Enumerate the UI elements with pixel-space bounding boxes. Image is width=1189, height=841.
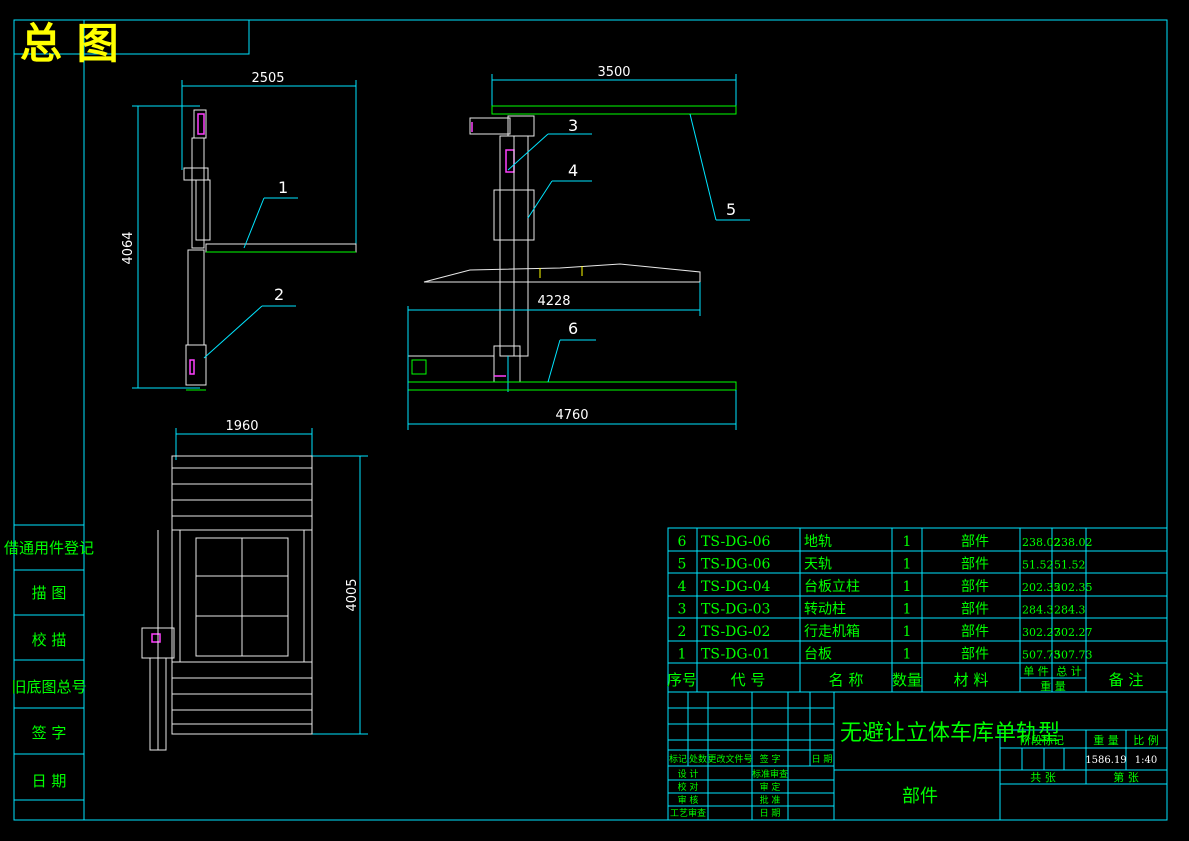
bom-header-unit: 单 件 — [1023, 665, 1049, 678]
left-col-5: 日 期 — [32, 772, 67, 790]
rev-header-0: 标记 — [669, 753, 687, 765]
bom-cell-code: TS-DG-01 — [701, 647, 770, 663]
stage-label: 阶段标记 — [1020, 733, 1064, 747]
sheet-no: 第 张 — [1113, 770, 1139, 784]
bom-cell-name: 行走机箱 — [804, 624, 860, 640]
bom-cell-no: 5 — [678, 557, 687, 573]
bom-header-no: 序号 — [667, 671, 697, 689]
bom-cell-total_wt: 51.52 — [1054, 559, 1086, 572]
weight-value: 1586.19 — [1085, 755, 1126, 766]
bom-cell-code: TS-DG-03 — [701, 602, 770, 618]
part-label: 部件 — [902, 786, 938, 807]
callout-6: 6 — [568, 319, 578, 338]
bom-cell-qty: 1 — [903, 647, 912, 663]
bom-cell-name: 转动柱 — [804, 602, 846, 618]
left-col-1: 描 图 — [32, 584, 67, 602]
left-col-2: 校 描 — [32, 631, 67, 649]
revision-headers: 标记 处数 更改文件号 签 字 日 期 — [669, 753, 832, 765]
bom-cell-code: TS-DG-06 — [701, 534, 770, 550]
front-view: 3500 3 4 5 4228 6 4760 — [407, 65, 750, 430]
sheets-total: 共 张 — [1030, 771, 1056, 784]
sheet-title: 总 图 — [20, 19, 119, 68]
bom-cell-name: 天轨 — [804, 557, 832, 573]
bom-header-total: 总 计 — [1056, 664, 1082, 678]
sign-left-3: 工艺审查 — [670, 807, 706, 819]
bom-cell-material: 部件 — [961, 647, 989, 663]
sign-right-0: 标准审查 — [752, 768, 788, 780]
scale-label: 比 例 — [1133, 733, 1159, 747]
bom-cell-material: 部件 — [961, 579, 989, 595]
bom-cell-qty: 1 — [903, 557, 912, 573]
scale-value: 1:40 — [1135, 755, 1157, 766]
bom-header-material: 材 料 — [954, 671, 989, 689]
bom-cell-qty: 1 — [903, 534, 912, 550]
left-col-3: 旧底图总号 — [11, 678, 86, 696]
side-view: 2505 4064 1 2 — [121, 71, 357, 391]
bom-header-remark: 备 注 — [1109, 671, 1144, 689]
bom-cell-total_wt: 507.73 — [1054, 649, 1093, 662]
bom-header-qty: 数量 — [892, 671, 922, 689]
bom-cell-material: 部件 — [961, 602, 989, 618]
bom-cell-name: 地轨 — [804, 534, 832, 550]
bom-cell-no: 6 — [678, 534, 687, 550]
sign-right-2: 批 准 — [760, 794, 781, 806]
sign-left-2: 审 核 — [678, 794, 699, 806]
callout-3: 3 — [568, 116, 578, 135]
callout-5: 5 — [726, 200, 736, 219]
drawing-sheet: 总 图 借通用件登记 描 图 校 描 旧底图总号 签 字 日 期 2505 40… — [4, 19, 1168, 821]
bom-header-name: 名 称 — [829, 671, 864, 689]
bom-cell-material: 部件 — [961, 624, 989, 640]
rev-header-1: 处数 — [689, 753, 707, 765]
left-col-0: 借通用件登记 — [4, 539, 94, 557]
left-col-4: 签 字 — [32, 724, 67, 742]
bom-cell-total_wt: 302.27 — [1054, 626, 1093, 639]
dim-side-height: 4064 — [121, 231, 136, 264]
plan-view: 1960 4005 — [141, 419, 368, 751]
rev-header-4: 日 期 — [812, 754, 833, 765]
dim-plan-length: 4005 — [345, 578, 360, 611]
bom-cell-total_wt: 202.35 — [1054, 581, 1093, 594]
bom-cell-no: 1 — [678, 647, 687, 663]
dim-mid-span: 4228 — [537, 294, 570, 309]
top-rail — [491, 105, 737, 115]
bom-cell-unit_wt: 284.3 — [1022, 604, 1054, 617]
sign-right-1: 审 定 — [760, 781, 781, 793]
dim-top-rail: 3500 — [597, 65, 630, 80]
bom-cell-unit_wt: 51.52 — [1022, 559, 1054, 572]
bom-cell-name: 台板 — [804, 647, 832, 663]
bom-cell-qty: 1 — [903, 602, 912, 618]
bom-header-weight: 重 量 — [1040, 679, 1066, 693]
callout-4: 4 — [568, 161, 578, 180]
dim-side-width: 2505 — [251, 71, 284, 86]
dim-bottom-rail: 4760 — [555, 408, 588, 423]
left-register-column: 借通用件登记 描 图 校 描 旧底图总号 签 字 日 期 — [4, 524, 94, 801]
bom-cell-total_wt: 284.3 — [1054, 604, 1086, 617]
outer-border — [13, 19, 1168, 821]
callout-2: 2 — [274, 285, 284, 304]
sign-right-3: 日 期 — [760, 808, 781, 819]
rev-header-3: 签 字 — [760, 753, 781, 765]
bom-cell-no: 4 — [678, 579, 687, 595]
bom-cell-total_wt: 238.02 — [1054, 536, 1093, 549]
weight-label: 重 量 — [1093, 733, 1119, 747]
dim-plan-width: 1960 — [225, 419, 258, 434]
bom-cell-material: 部件 — [961, 534, 989, 550]
bom-cell-material: 部件 — [961, 557, 989, 573]
bom-cell-qty: 1 — [903, 579, 912, 595]
bom-cell-qty: 1 — [903, 624, 912, 640]
bom-cell-no: 2 — [678, 624, 687, 640]
bom-header-code: 代 号 — [731, 671, 766, 689]
bom-cell-code: TS-DG-06 — [701, 557, 770, 573]
ground-rail — [407, 381, 737, 391]
sign-left-0: 设 计 — [678, 768, 699, 780]
sign-left-1: 校 对 — [678, 781, 699, 793]
bom-cell-code: TS-DG-04 — [701, 579, 770, 595]
bom-cell-no: 3 — [678, 602, 687, 618]
bom-cell-code: TS-DG-02 — [701, 624, 770, 640]
callout-1: 1 — [278, 178, 288, 197]
rev-header-2: 更改文件号 — [707, 753, 752, 765]
bom-cell-name: 台板立柱 — [804, 579, 860, 595]
bom-rows: 6 TS-DG-06 地轨 1 部件 238.02238.025 TS-DG-06 天轨 1 部件… — [678, 534, 1093, 663]
